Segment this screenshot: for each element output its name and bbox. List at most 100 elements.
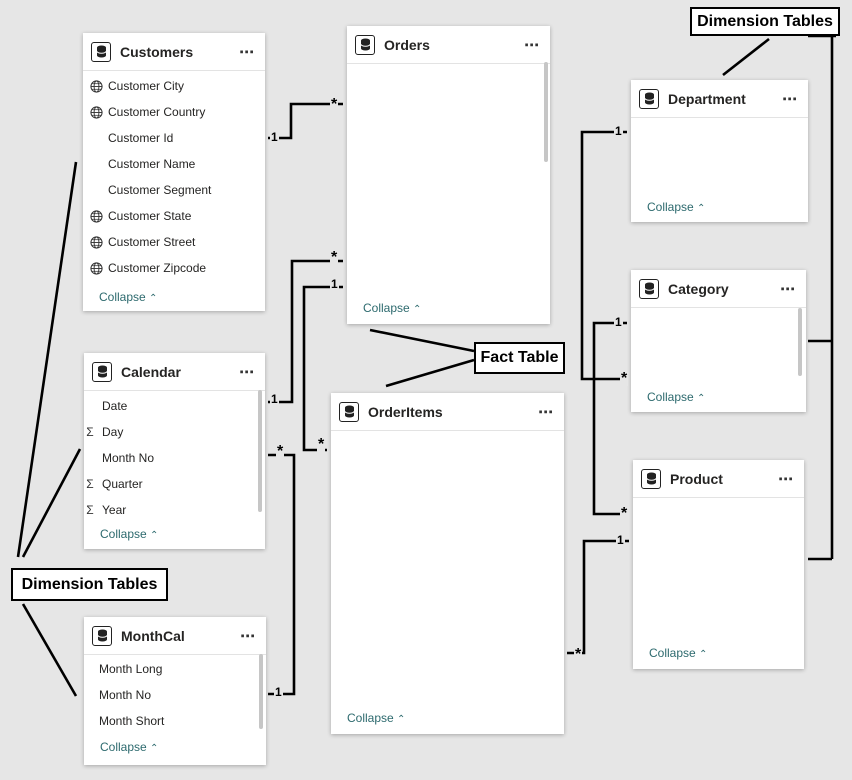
chevron-up-icon: ⌃	[697, 393, 706, 404]
table-header[interactable]: OrderItems ⋯	[331, 393, 564, 431]
globe-icon	[86, 235, 106, 249]
table-title: MonthCal	[121, 627, 185, 644]
more-options-button[interactable]: ⋯	[239, 43, 255, 61]
database-icon	[92, 361, 112, 382]
field-row[interactable]: Month No	[84, 685, 151, 705]
table-title: Customers	[120, 43, 194, 60]
table-header[interactable]: Orders ⋯	[347, 26, 550, 64]
cardinality-label: 1	[614, 315, 623, 329]
field-name: Customer Name	[108, 157, 196, 171]
table-card-monthcal[interactable]: MonthCal ⋯ Month Long Month No Month Short Co…	[84, 617, 266, 765]
chevron-up-icon: ⌃	[150, 743, 159, 754]
field-row[interactable]: Customer Country	[86, 102, 205, 122]
collapse-link[interactable]: Collapse ⌃	[347, 711, 405, 725]
field-row[interactable]: Customer Street	[86, 232, 195, 252]
collapse-link[interactable]: Collapse ⌃	[649, 646, 707, 660]
more-options-button[interactable]: ⋯	[239, 363, 255, 381]
cardinality-label: 1	[270, 130, 279, 144]
collapse-label: Collapse	[649, 646, 696, 660]
field-row[interactable]: Customer Name	[86, 154, 195, 174]
collapse-label: Collapse	[100, 740, 147, 754]
cardinality-label: *	[620, 370, 629, 387]
more-options-button[interactable]: ⋯	[524, 36, 540, 54]
cardinality-label: *	[330, 96, 339, 113]
field-name: Customer Country	[108, 105, 206, 119]
database-icon	[641, 468, 661, 489]
field-row[interactable]: Month No	[84, 448, 154, 468]
scrollbar[interactable]	[798, 308, 802, 376]
globe-icon	[86, 209, 106, 223]
collapse-label: Collapse	[99, 290, 146, 304]
field-name: Year	[102, 503, 127, 517]
field-name: Customer Segment	[108, 183, 212, 197]
field-name: Month Long	[99, 662, 163, 676]
table-title: Orders	[384, 36, 430, 53]
collapse-link[interactable]: Collapse ⌃	[363, 301, 421, 315]
cardinality-label: *	[574, 646, 583, 663]
table-header[interactable]: Category ⋯	[631, 270, 806, 308]
globe-icon	[86, 105, 106, 119]
collapse-label: Collapse	[647, 390, 694, 404]
more-options-button[interactable]: ⋯	[782, 90, 798, 108]
collapse-link[interactable]: Collapse ⌃	[99, 290, 157, 304]
field-row[interactable]: Month Long	[84, 659, 162, 679]
field-row[interactable]: Date	[84, 396, 127, 416]
cardinality-label: 1	[270, 392, 279, 406]
field-row[interactable]: Month Short	[84, 711, 164, 731]
collapse-label: Collapse	[647, 200, 694, 214]
field-name: Day	[102, 425, 124, 439]
field-row[interactable]: Customer Zipcode	[86, 258, 206, 278]
field-row[interactable]: Customer City	[86, 76, 184, 96]
scrollbar[interactable]	[259, 654, 263, 729]
cardinality-label: *	[276, 443, 285, 460]
field-row[interactable]: Σ Quarter	[84, 474, 142, 494]
field-name: Customer State	[108, 209, 192, 223]
field-name: Customer Id	[108, 131, 174, 145]
table-card-customers[interactable]: Customers ⋯ Customer City Customer Country C…	[83, 33, 265, 311]
table-card-calendar[interactable]: Calendar ⋯ Date Σ Day Month No Σ Quarter Σ Year Co…	[84, 353, 265, 549]
model-diagram-canvas[interactable]: Customers ⋯ Customer City Customer Country C…	[0, 0, 852, 780]
scrollbar[interactable]	[258, 390, 262, 512]
field-row[interactable]: Σ Day	[84, 422, 123, 442]
chevron-up-icon: ⌃	[150, 530, 159, 541]
field-row[interactable]: Customer Segment	[86, 180, 211, 200]
field-name: Customer Street	[108, 235, 196, 249]
field-row[interactable]: Customer State	[86, 206, 191, 226]
table-header[interactable]: Department ⋯	[631, 80, 808, 118]
table-header[interactable]: MonthCal ⋯	[84, 617, 266, 655]
table-header[interactable]: Customers ⋯	[83, 33, 265, 71]
table-card-orderitems[interactable]: OrderItems⋯Order IdΣOrder Item DiscountΣ…	[331, 393, 564, 734]
table-title: Calendar	[121, 363, 181, 380]
table-title: Category	[668, 280, 729, 297]
table-header[interactable]: Product ⋯	[633, 460, 804, 498]
collapse-link[interactable]: Collapse ⌃	[647, 200, 705, 214]
collapse-link[interactable]: Collapse ⌃	[100, 527, 158, 541]
database-icon	[339, 401, 359, 422]
scrollbar[interactable]	[544, 62, 548, 162]
field-name: Month Short	[99, 714, 165, 728]
collapse-label: Collapse	[347, 711, 394, 725]
chevron-up-icon: ⌃	[413, 304, 422, 315]
more-options-button[interactable]: ⋯	[240, 627, 256, 645]
more-options-button[interactable]: ⋯	[778, 470, 794, 488]
collapse-label: Collapse	[363, 301, 410, 315]
field-row[interactable]: Customer Id	[86, 128, 173, 148]
chevron-up-icon: ⌃	[397, 714, 406, 725]
chevron-up-icon: ⌃	[697, 203, 706, 214]
database-icon	[639, 88, 659, 109]
more-options-button[interactable]: ⋯	[538, 403, 554, 421]
table-card-category[interactable]: Category⋯Category IdCategory NameDepartm…	[631, 270, 806, 412]
table-card-orders[interactable]: Orders⋯ΣActual Shipment DaysCustomer IdD…	[347, 26, 550, 324]
field-row[interactable]: Σ Year	[84, 500, 126, 520]
table-card-product[interactable]: Product⋯Category IdProduct Card IdProduc…	[633, 460, 804, 669]
cardinality-label: 1	[614, 124, 623, 138]
table-title: Product	[670, 470, 723, 487]
database-icon	[91, 41, 111, 62]
collapse-link[interactable]: Collapse ⌃	[647, 390, 705, 404]
table-card-department[interactable]: Department⋯Department IdDepartment NameC…	[631, 80, 808, 222]
collapse-link[interactable]: Collapse ⌃	[100, 740, 158, 754]
database-icon	[355, 34, 375, 55]
cardinality-label: 1	[330, 277, 339, 291]
more-options-button[interactable]: ⋯	[780, 280, 796, 298]
table-header[interactable]: Calendar ⋯	[84, 353, 265, 391]
